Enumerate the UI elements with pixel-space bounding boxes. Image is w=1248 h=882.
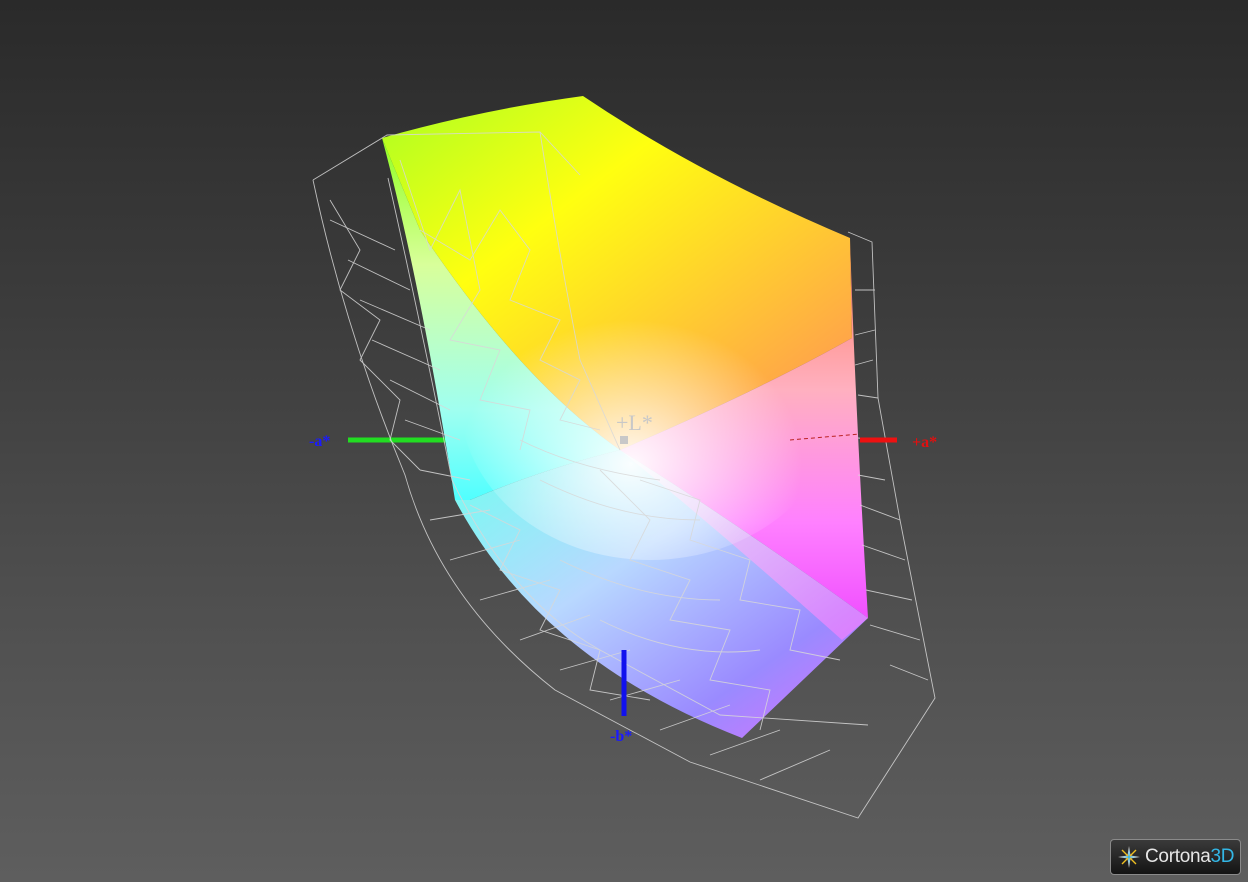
gamut-3d-viewport[interactable] xyxy=(0,0,1248,882)
logo-accent-text: 3D xyxy=(1210,846,1235,867)
cortona3d-logo[interactable]: Cortona3D xyxy=(1110,839,1241,875)
cortona-star-icon xyxy=(1118,846,1140,868)
pos-a-axis-label: +a* xyxy=(912,434,938,451)
logo-brand-text: Cortona xyxy=(1145,846,1211,867)
neg-b-axis-label: -b* xyxy=(610,728,633,745)
origin-marker xyxy=(620,436,628,444)
white-point-glow xyxy=(460,240,840,560)
neg-a-axis-label: -a* xyxy=(309,433,331,450)
pos-l-axis-label: +L* xyxy=(616,410,653,435)
logo-wordmark: Cortona3D xyxy=(1145,846,1234,868)
